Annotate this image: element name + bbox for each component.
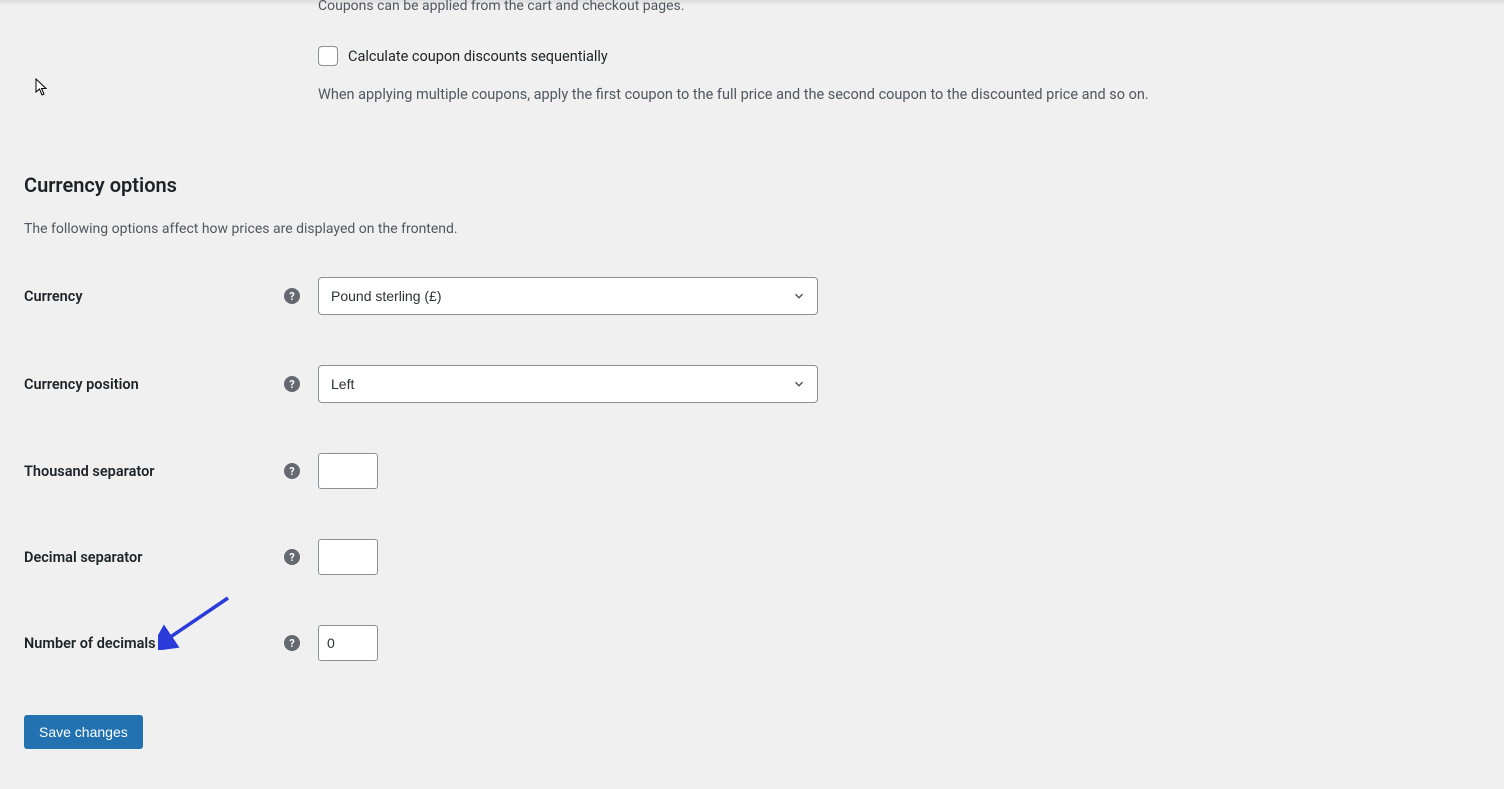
help-icon[interactable]: ? bbox=[284, 288, 300, 304]
help-icon[interactable]: ? bbox=[284, 463, 300, 479]
currency-options-desc: The following options affect how prices … bbox=[24, 221, 1480, 237]
currency-options-heading: Currency options bbox=[24, 173, 1480, 197]
help-icon[interactable]: ? bbox=[284, 549, 300, 565]
thousand-separator-label: Thousand separator bbox=[24, 463, 284, 480]
decimal-separator-label: Decimal separator bbox=[24, 549, 284, 566]
currency-position-label: Currency position bbox=[24, 376, 284, 393]
thousand-separator-input[interactable] bbox=[318, 453, 378, 489]
save-changes-button[interactable]: Save changes bbox=[24, 715, 143, 749]
decimal-separator-input[interactable] bbox=[318, 539, 378, 575]
help-icon[interactable]: ? bbox=[284, 635, 300, 651]
number-of-decimals-label: Number of decimals bbox=[24, 635, 284, 652]
sequential-coupon-desc: When applying multiple coupons, apply th… bbox=[318, 86, 1480, 103]
sequential-coupon-label: Calculate coupon discounts sequentially bbox=[348, 48, 608, 65]
sequential-coupon-checkbox[interactable] bbox=[318, 46, 338, 66]
currency-position-select[interactable] bbox=[318, 365, 818, 403]
number-of-decimals-input[interactable] bbox=[318, 625, 378, 661]
help-icon[interactable]: ? bbox=[284, 376, 300, 392]
currency-label: Currency bbox=[24, 288, 284, 305]
coupon-top-desc: Coupons can be applied from the cart and… bbox=[318, 0, 1480, 14]
currency-select[interactable] bbox=[318, 277, 818, 315]
